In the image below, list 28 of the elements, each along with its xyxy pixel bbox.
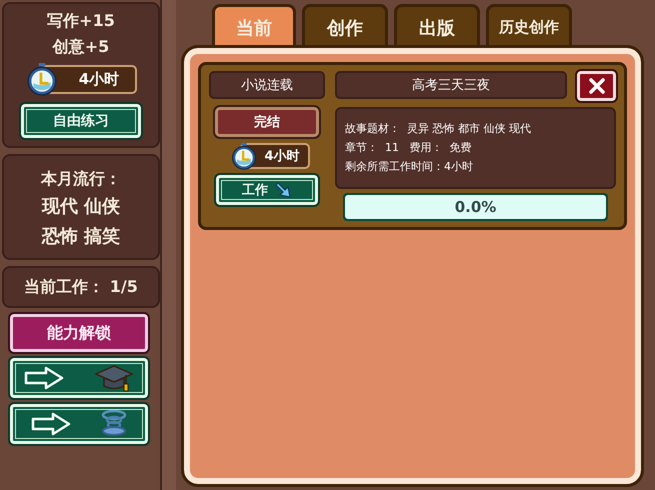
bonus-text: 写作+15 [47,10,115,32]
close-icon [588,78,606,94]
detail-text: 章节： 11 费用： 免费 [345,140,472,156]
tab[interactable]: 出版 [394,4,480,48]
practice-button[interactable]: 自由练习 [21,104,141,138]
close-button[interactable] [577,71,616,101]
progress-text: 0.0% [454,198,496,216]
unlock-button[interactable]: 能力解锁 [10,314,148,352]
nav-button[interactable] [10,404,148,444]
finish-button[interactable]: 完结 [215,107,319,137]
trend-text: 现代 仙侠 [42,195,120,219]
arrow-right-icon [24,366,64,390]
bonus-text: 创意+5 [52,36,110,58]
spring-icon [101,410,127,438]
arrow-right-icon [31,412,71,436]
trend-title: 本月流行： [41,168,121,190]
work-button[interactable]: 工作 [216,175,318,205]
trend-text: 恐怖 搞笑 [42,225,120,249]
tab[interactable]: 历史创作 [486,4,572,48]
graduation-cap-icon [94,364,134,392]
detail-text: 故事题材： 灵异 恐怖 都市 仙侠 现代 [345,121,532,137]
work-title-label: 高考三天三夜 [335,71,568,99]
work-type-label: 小说连载 [209,71,325,99]
work-count-text: 当前工作： 1/5 [24,276,138,298]
nav-button[interactable] [10,358,148,398]
cursor-arrow-icon [274,181,292,199]
tab[interactable]: 创作 [302,4,388,48]
detail-text: 剩余所需工作时间：4小时 [345,159,474,175]
